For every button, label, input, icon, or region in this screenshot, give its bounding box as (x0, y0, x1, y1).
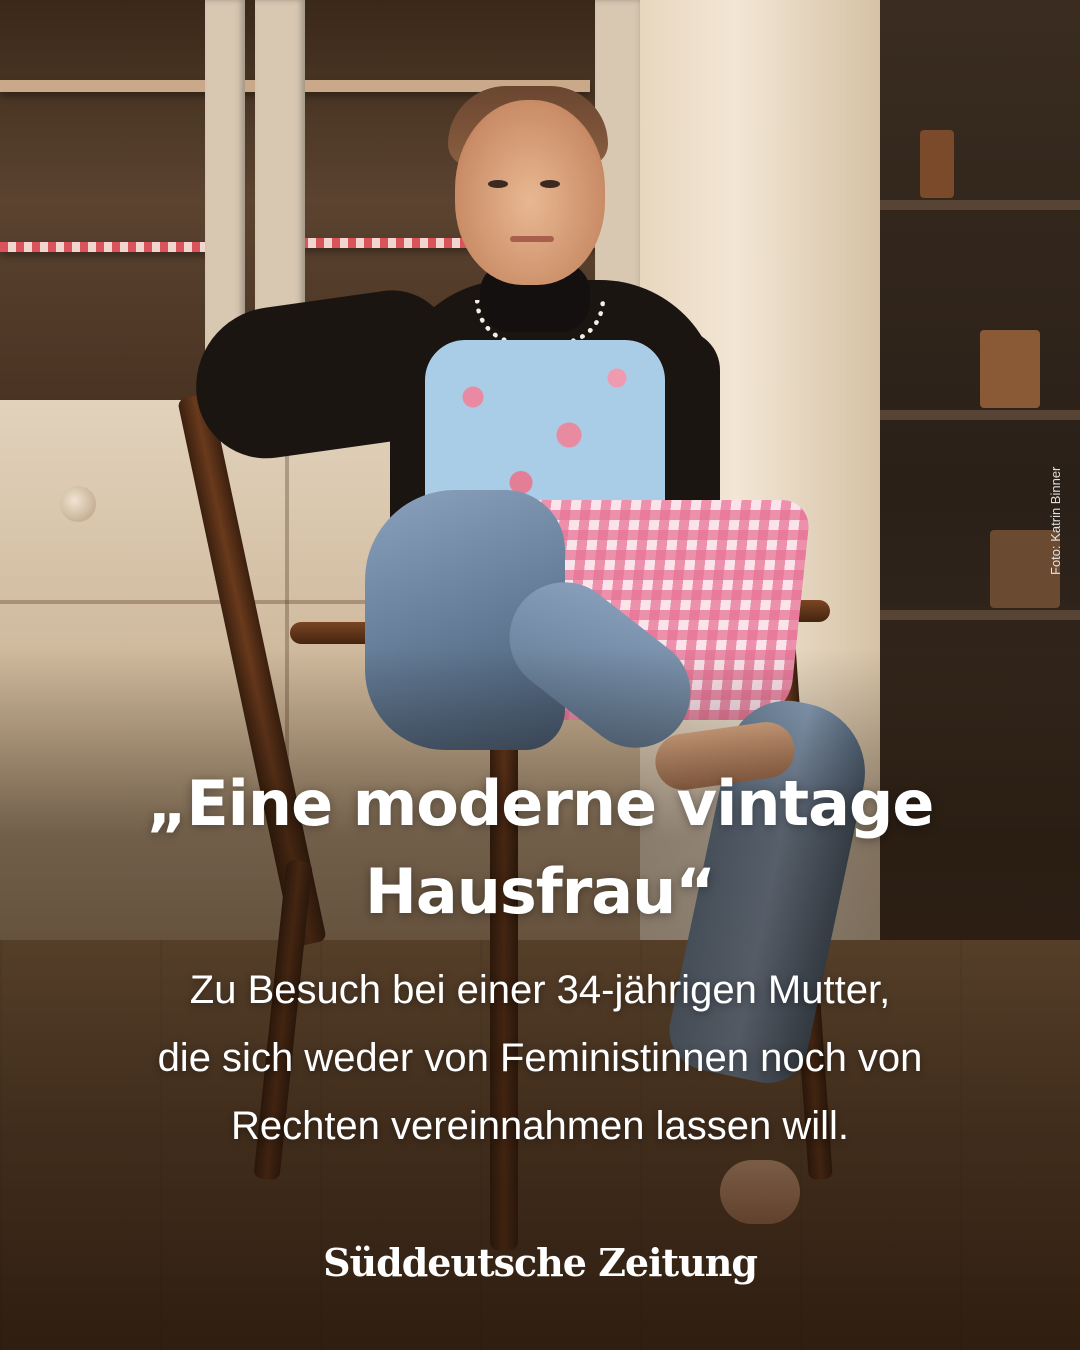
brand-logo: Süddeutsche Zeitung (323, 1240, 758, 1285)
headline-line: Hausfrau“ (364, 855, 716, 928)
subheadline-line: die sich weder von Feministinnen noch vo… (157, 1036, 923, 1080)
headline: „Eine moderne vintage Hausfrau“ (40, 760, 1040, 936)
social-post-card: Foto: Katrin Binner „Eine moderne vintag… (0, 0, 1080, 1350)
subheadline-line: Zu Besuch bei einer 34-jährigen Mutter, (189, 968, 891, 1012)
photo-credit: Foto: Katrin Binner (1048, 466, 1063, 575)
subheadline: Zu Besuch bei einer 34-jährigen Mutter, … (40, 956, 1040, 1160)
subheadline-line: Rechten vereinnahmen lassen will. (230, 1104, 850, 1148)
headline-line: „Eine moderne vintage (146, 767, 935, 840)
